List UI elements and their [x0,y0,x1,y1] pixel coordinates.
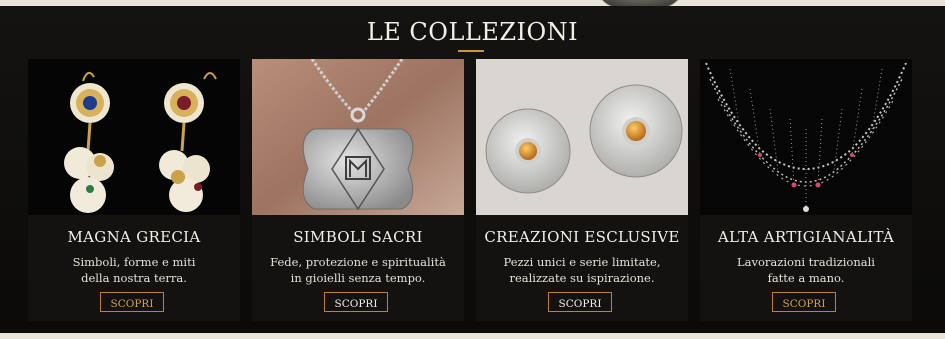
scopri-button[interactable]: SCOPRI [100,292,164,312]
necklace-image [700,59,912,215]
title-underline [458,50,484,52]
card-description-line: fatte a mano. [767,271,845,285]
studs-image [476,59,688,215]
card-title: ALTA ARTIGIANALITÀ [717,228,895,246]
collection-card-magna-grecia[interactable]: MAGNA GRECIA Simboli, forme e miti della… [28,59,240,321]
card-description: Simboli, forme e miti della nostra terra… [28,254,240,286]
card-title: CREAZIONI ESCLUSIVE [484,228,680,246]
card-description-line: Fede, protezione e spiritualità [270,255,446,269]
scopri-button[interactable]: SCOPRI [772,292,836,312]
card-description-line: in gioielli senza tempo. [290,271,426,285]
collections-section: LE COLLEZIONI MAGNA GRECIA Simboli, form… [0,6,945,333]
card-description: Lavorazioni tradizionali fatte a mano. [700,254,912,286]
card-title: MAGNA GRECIA [67,228,201,246]
card-description: Fede, protezione e spiritualità in gioie… [252,254,464,286]
card-description-line: della nostra terra. [81,271,187,285]
collection-card-creazioni-esclusive[interactable]: CREAZIONI ESCLUSIVE Pezzi unici e serie … [476,59,688,321]
earrings-image [28,59,240,215]
card-title: SIMBOLI SACRI [293,228,423,246]
card-description: Pezzi unici e serie limitate, realizzate… [476,254,688,286]
bottom-page-strip [0,333,945,339]
collection-card-simboli-sacri[interactable]: SIMBOLI SACRI Fede, protezione e spiritu… [252,59,464,321]
scopri-button[interactable]: SCOPRI [548,292,612,312]
pendant-image [252,59,464,215]
collection-card-alta-artigianalita[interactable]: ALTA ARTIGIANALITÀ Lavorazioni tradizion… [700,59,912,321]
card-description-line: Pezzi unici e serie limitate, [503,255,661,269]
section-title: LE COLLEZIONI [366,18,579,46]
scopri-button[interactable]: SCOPRI [324,292,388,312]
card-description-line: Lavorazioni tradizionali [737,255,875,269]
card-description-line: realizzate su ispirazione. [509,271,655,285]
card-description-line: Simboli, forme e miti [72,255,196,269]
